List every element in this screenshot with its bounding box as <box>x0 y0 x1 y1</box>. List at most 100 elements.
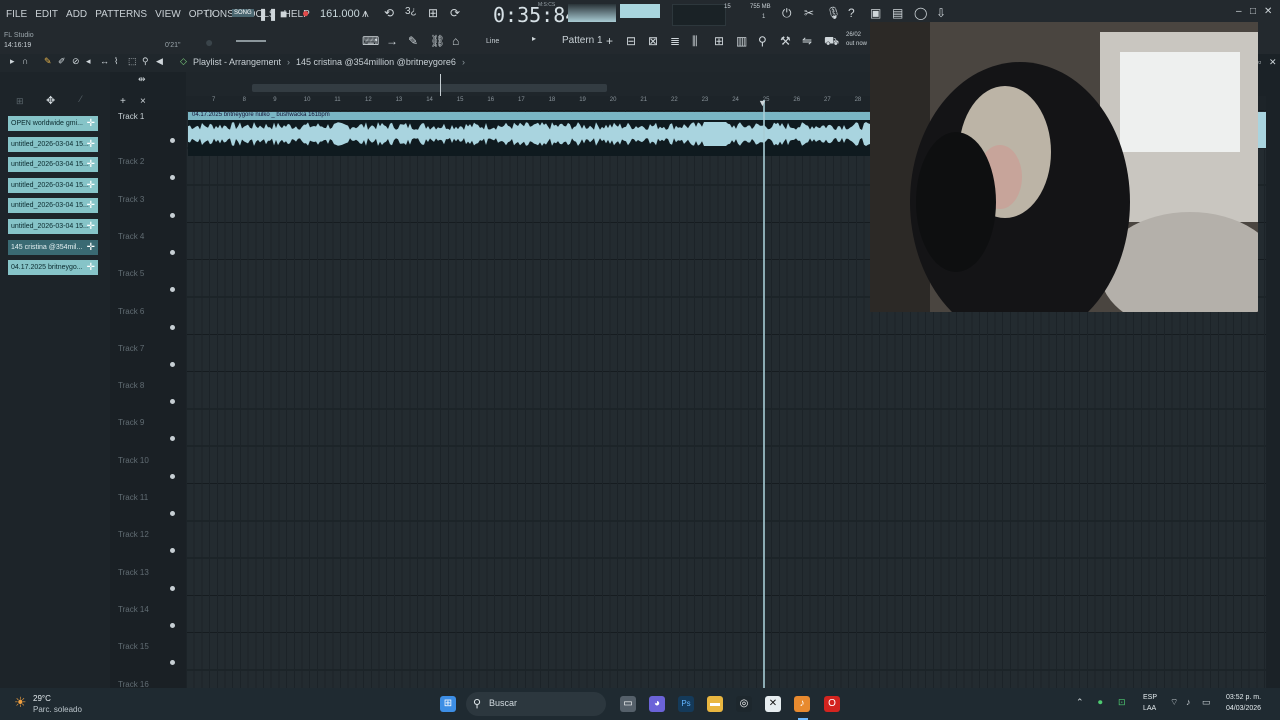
metronome-icon[interactable]: ⩚ <box>362 6 369 21</box>
delete-tool-icon[interactable]: ⊘ <box>72 56 80 67</box>
play-pattern-icon[interactable]: ◇ <box>180 56 187 67</box>
stamp-icon[interactable]: ⌂ <box>452 34 459 48</box>
slice-tool-icon[interactable]: ⌇ <box>114 56 118 67</box>
arrow-right-icon[interactable]: → <box>386 34 398 48</box>
select-tool-icon[interactable]: ⬚ <box>128 56 137 67</box>
pattern-item[interactable]: untitled_2026-03-04 15... ✛ <box>8 219 98 234</box>
track-mute-dot[interactable] <box>170 212 175 218</box>
tray-chevron-icon[interactable]: ⌃ <box>1076 697 1084 708</box>
volume-icon[interactable]: ♪ <box>1186 697 1191 707</box>
pattern-item[interactable]: untitled_2026-03-04 15... ✛ <box>8 136 98 152</box>
panel-restore-icon[interactable]: ▫ <box>1258 57 1261 67</box>
paint-tool-icon[interactable]: ✐ <box>58 56 66 67</box>
fl-studio-icon[interactable]: ♪ <box>794 696 810 712</box>
track-label[interactable]: Track 8 <box>118 381 144 390</box>
menu-patterns[interactable]: PATTERNS <box>95 9 147 20</box>
track-label[interactable]: Track 4 <box>118 232 144 241</box>
keyboard-icon[interactable]: ⌨ <box>362 34 379 48</box>
pattern-select[interactable]: Pattern 1 <box>562 35 603 46</box>
lang-code[interactable]: ESP <box>1143 694 1157 701</box>
track-label[interactable]: Track 7 <box>118 344 144 353</box>
menu-edit[interactable]: EDIT <box>35 9 58 20</box>
pencil-icon[interactable]: ✎ <box>408 34 418 48</box>
record-icon[interactable]: ● <box>302 6 309 20</box>
opera-icon[interactable]: O <box>824 696 840 712</box>
track-label[interactable]: Track 12 <box>118 530 149 539</box>
menu-view[interactable]: VIEW <box>155 9 181 20</box>
track-label[interactable]: Track 14 <box>118 605 149 614</box>
pattern-item[interactable]: untitled_2026-03-04 15... ✛ <box>8 177 98 193</box>
pattern-item[interactable]: untitled_2026-03-04 15... ✛ <box>8 198 98 214</box>
picker-grid-icon[interactable]: ⊞ <box>16 96 24 107</box>
track-mute-dot[interactable] <box>170 473 175 479</box>
track-mute-dot[interactable] <box>170 511 175 516</box>
pattern-item[interactable]: 04.17.2025 britneygo... ✛ <box>8 260 98 276</box>
track-mute-dot[interactable] <box>170 249 175 255</box>
windows-start-icon[interactable]: ⊞ <box>440 696 456 712</box>
piano-roll-icon[interactable]: ≣ <box>670 34 680 48</box>
master-volume-knob[interactable]: ● <box>205 34 213 50</box>
track-label[interactable]: Track 9 <box>118 418 144 427</box>
menu-add[interactable]: ADD <box>66 9 87 20</box>
discord-icon[interactable]: ◕ <box>649 696 665 712</box>
pattern-add-icon[interactable]: ✛ <box>87 178 95 193</box>
draw-tool-icon[interactable]: ✎ <box>44 56 52 67</box>
refresh-icon[interactable]: ⏻ <box>782 6 792 21</box>
playback-tool-icon[interactable]: ◀ <box>156 56 163 67</box>
pattern-add-icon[interactable]: ✛ <box>87 219 95 234</box>
slip-tool-icon[interactable]: ↔ <box>100 56 109 66</box>
download-icon[interactable]: ⇩ <box>936 6 946 20</box>
track-label[interactable]: Track 10 <box>118 456 149 465</box>
chat-icon[interactable]: ◯ <box>914 6 927 20</box>
countdown-icon[interactable]: 3¿ <box>405 6 417 17</box>
pattern-add-icon[interactable]: ✛ <box>87 198 95 213</box>
play-arrow-icon[interactable]: ▸ <box>532 34 536 43</box>
pattern-add-icon[interactable]: ✛ <box>87 137 95 152</box>
horizontal-scrollbar[interactable] <box>252 84 607 92</box>
graph-icon[interactable]: ⇋ <box>802 34 812 48</box>
save-icon[interactable]: ▣ <box>870 6 881 20</box>
clock-date[interactable]: 04/03/2026 <box>1226 705 1261 712</box>
wifi-icon[interactable]: ⌔ <box>1170 697 1178 708</box>
weather-text[interactable]: Parc. soleado <box>33 705 82 714</box>
track-label[interactable]: Track 5 <box>118 269 144 278</box>
cut-icon[interactable]: ✂ <box>804 6 814 20</box>
wrench-icon[interactable]: ⚒ <box>780 34 791 48</box>
track-mute-dot[interactable] <box>170 548 175 554</box>
master-pitch-slider[interactable] <box>236 40 266 42</box>
add-track-icon[interactable]: + <box>120 96 126 107</box>
playhead[interactable] <box>763 100 765 688</box>
pattern-item[interactable]: untitled_2026-03-04 15... ✛ <box>8 157 98 173</box>
pattern-item[interactable]: OPEN worldwide gmi... ✛ <box>8 116 98 131</box>
task-view-icon[interactable]: ▭ <box>620 696 636 712</box>
help-icon[interactable]: ? <box>848 6 855 20</box>
channel-rack-icon[interactable]: ⊠ <box>648 34 658 48</box>
audio-clip[interactable] <box>188 112 870 156</box>
track-label[interactable]: Track 2 <box>118 157 144 166</box>
link-icon[interactable]: ⛓ <box>430 34 445 48</box>
battery-icon[interactable]: ▭ <box>1202 697 1211 708</box>
file-explorer-icon[interactable]: ▬ <box>707 696 723 712</box>
timeline-ruler[interactable]: 7 8 9 10 11 12 13 14 15 16 17 18 19 20 21 22 23 24 25 26 27 2… <box>186 96 870 110</box>
pause-icon[interactable]: ❚❚ <box>258 7 278 21</box>
add-pattern-icon[interactable]: + <box>606 34 613 48</box>
track-mute-dot[interactable] <box>170 287 175 293</box>
track-mute-dot[interactable] <box>170 399 175 405</box>
track-label[interactable]: Track 6 <box>118 307 144 316</box>
lang-layout[interactable]: LAA <box>1143 705 1156 712</box>
pattern-add-icon[interactable]: ✛ <box>87 116 95 131</box>
song-mode-toggle[interactable]: SONG <box>232 9 254 17</box>
news-out-now[interactable]: out now <box>846 41 867 47</box>
pattern-item[interactable]: 145 cristina @354mil... ✛ <box>8 239 98 255</box>
minimize-icon[interactable]: – <box>1236 6 1242 17</box>
loop-icon[interactable]: ⟲ <box>384 6 394 20</box>
close-icon[interactable]: ✕ <box>1264 6 1272 17</box>
blend-icon[interactable]: ⟳ <box>450 6 460 20</box>
clipboard-icon[interactable]: ▥ <box>736 34 747 48</box>
clock-time[interactable]: 03:52 p. m. <box>1226 694 1261 701</box>
snap-select[interactable]: Line <box>486 38 499 45</box>
breadcrumb-arrow-icon[interactable]: › <box>462 57 465 67</box>
track-mute-dot[interactable] <box>170 436 175 442</box>
spin-icon[interactable]: ◌ <box>204 5 214 23</box>
track-label[interactable]: Track 13 <box>118 568 149 577</box>
